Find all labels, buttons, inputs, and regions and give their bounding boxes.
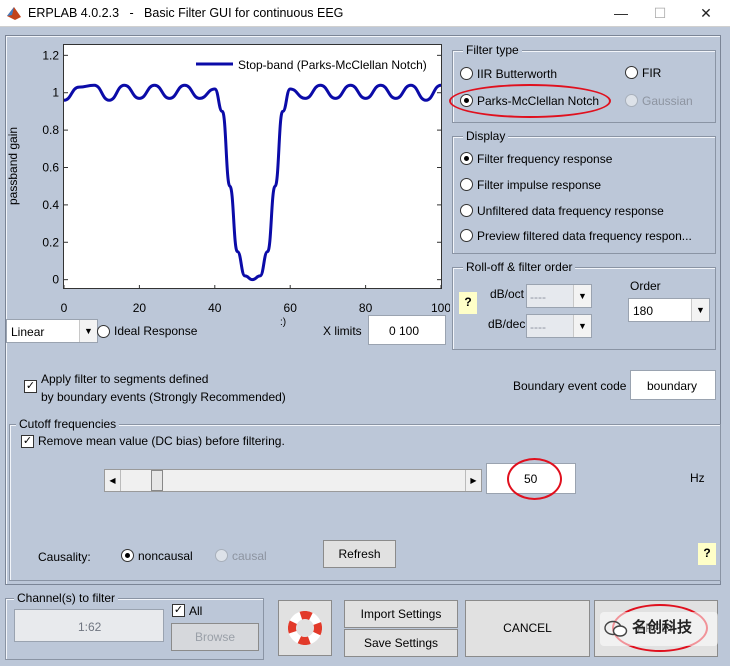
slider-thumb[interactable] [151,470,163,491]
y-tick-label: 0.6 [42,161,59,175]
noncausal-radio[interactable] [121,549,134,562]
x-limits-label: X limits [323,324,362,338]
iir-radio[interactable] [460,67,473,80]
fir-radio[interactable] [625,66,638,79]
highlight-circle-cutoff [507,458,562,500]
legend-label: Stop-band (Parks-McClellan Notch) [238,58,427,72]
ideal-response-label: Ideal Response [114,324,198,338]
lifebuoy-icon [288,611,322,645]
x-limits-input[interactable]: 0 100 [368,315,446,345]
y-tick-label: 0.4 [42,198,59,212]
x-tick-label: 20 [133,301,147,315]
minimize-button[interactable]: — [604,3,638,23]
order-label: Order [630,279,661,293]
rolloff-title: Roll-off & filter order [463,260,576,274]
display-option-0: Filter frequency response [477,152,613,166]
iir-label: IIR Butterworth [477,67,558,81]
y-tick-label: 0 [52,273,59,287]
apply-segments-line1: Apply filter to segments defined [41,372,209,386]
apply-segments-line2: by boundary events (Strongly Recommended… [41,390,286,404]
cutoff-slider[interactable]: ◀ ▶ [104,469,482,492]
db-oct-dropdown[interactable]: ---- ▼ [526,284,592,308]
refresh-button[interactable]: Refresh [323,540,396,568]
display-preview-radio[interactable] [460,229,473,242]
rolloff-help-button[interactable]: ? [459,292,477,314]
db-dec-label: dB/dec [488,317,526,331]
x-axis-label-fragment: :) [280,317,287,328]
x-tick-label: 60 [284,301,298,315]
cutoff-help-button[interactable]: ? [698,543,716,565]
x-tick-label: 0 [61,301,68,315]
boundary-code-input[interactable]: boundary [630,370,716,400]
all-channels-label: All [189,604,203,618]
close-button[interactable]: ✕ [689,3,723,23]
hz-label: Hz [690,471,705,485]
display-unfiltered-radio[interactable] [460,204,473,217]
db-oct-label: dB/oct [490,287,525,301]
display-filter-frequency-radio[interactable] [460,152,473,165]
filter-type-title: Filter type [463,43,522,57]
all-channels-checkbox[interactable]: ✓ [172,604,185,617]
remove-mean-label: Remove mean value (DC bias) before filte… [38,434,285,448]
y-tick-label: 0.8 [42,123,59,137]
y-tick-label: 1 [52,86,59,100]
x-tick-label: 40 [208,301,222,315]
ideal-response-radio[interactable] [97,325,110,338]
causal-radio[interactable] [215,549,228,562]
slider-right-arrow-icon[interactable]: ▶ [465,470,481,491]
cancel-button[interactable]: CANCEL [465,600,590,657]
y-tick-label: 1.2 [42,48,59,62]
series-line-stop-band [63,83,442,282]
boundary-label: Boundary event code [513,379,627,393]
highlight-circle-filter-type [449,84,611,118]
watermark: 名创科技 [600,612,718,646]
channels-input[interactable]: 1:62 [14,609,164,642]
db-dec-dropdown[interactable]: ---- ▼ [526,314,592,338]
y-tick-label: 0.2 [42,235,59,249]
maximize-button[interactable]: ☐ [643,3,677,23]
scale-dropdown[interactable]: Linear ▼ [6,319,98,343]
noncausal-label: noncausal [138,549,193,563]
order-dropdown[interactable]: 180 ▼ [628,298,710,322]
watermark-text: 名创科技 [632,619,693,636]
fir-label: FIR [642,66,662,80]
chat-bubble-icon [604,620,628,637]
display-impulse-radio[interactable] [460,178,473,191]
display-title: Display [463,129,509,143]
gaussian-radio[interactable] [625,94,638,107]
display-option-3: Preview filtered data frequency respon..… [477,229,692,243]
channels-title: Channel(s) to filter [14,591,119,605]
x-tick-label: 100 [431,301,450,315]
slider-left-arrow-icon[interactable]: ◀ [105,470,121,491]
causality-label: Causality: [38,550,91,564]
save-settings-button[interactable]: Save Settings [344,629,458,657]
help-lifebuoy-button[interactable] [278,600,332,656]
remove-mean-checkbox[interactable]: ✓ [21,435,34,448]
import-settings-button[interactable]: Import Settings [344,600,458,628]
y-axis-label: passband gain [6,126,20,205]
browse-button[interactable]: Browse [171,623,259,651]
display-option-1: Filter impulse response [477,178,602,192]
erplab-filter-window: ERPLAB 4.0.2.3 - Basic Filter GUI for co… [0,0,730,666]
gaussian-label: Gaussian [642,94,693,108]
causal-label: causal [232,549,267,563]
cutoff-title: Cutoff frequencies [16,417,120,431]
x-tick-label: 80 [359,301,373,315]
frequency-response-chart: 1.2 1 0.8 0.6 0.4 0.2 00 20 40 60 80 100 [42,48,450,315]
display-option-2: Unfiltered data frequency response [477,204,664,218]
apply-segments-checkbox[interactable]: ✓ [24,380,37,393]
